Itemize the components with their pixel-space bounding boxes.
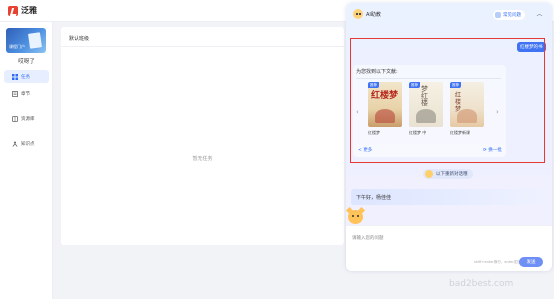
cover-figure [28, 32, 42, 49]
grid-icon [12, 73, 18, 80]
restart-chat-label: 以下重新对话哦 [436, 172, 468, 177]
sidebar-item-label: 资源库 [21, 116, 35, 122]
collapse-icon[interactable]: ︿ [536, 11, 543, 18]
restart-chat-chip[interactable]: 以下重新对话哦 [423, 169, 473, 179]
course-name: 哎呀了 [18, 59, 35, 65]
knowledge-icon [12, 141, 18, 147]
mascot-face-icon [425, 170, 433, 178]
logo-text: 泛雅 [21, 6, 37, 15]
course-cover-image[interactable]: 课程门户 [6, 28, 46, 53]
logo-icon [8, 5, 18, 16]
panel-title[interactable]: 默认班级 [69, 35, 89, 42]
divider [61, 46, 344, 47]
sidebar: 课程门户 哎呀了 任务 章节 资源库 知识点 [0, 22, 53, 299]
ai-avatar-icon [353, 9, 363, 19]
empty-state-text: 暂无任务 [192, 156, 213, 162]
chat-input-area: shift+enter换行，enter发送 发送 [346, 225, 552, 271]
greeting-card: 下午好，杨佳佳 [351, 189, 543, 205]
sidebar-item-label: 章节 [21, 91, 30, 97]
common-questions-button[interactable]: 常见问题 [493, 10, 525, 20]
sidebar-item-label: 知识点 [21, 141, 35, 147]
sidebar-item-tasks[interactable]: 任务 [4, 70, 49, 83]
ai-assistant-panel: AI助教 常见问题 ︿ 红楼梦的书 为您找到以下文献: ‹ › 红楼梦 推荐 红… [346, 3, 552, 271]
class-panel: 默认班级 暂无任务 [61, 27, 344, 245]
sidebar-item-knowledge[interactable]: 知识点 [4, 137, 49, 150]
library-icon [12, 115, 18, 122]
highlight-frame [350, 38, 545, 163]
course-cover-text: 课程门户 [9, 44, 25, 49]
common-questions-label: 常见问题 [503, 13, 521, 18]
input-hint: shift+enter换行，enter发送 [474, 260, 521, 264]
mascot-eye [352, 215, 354, 217]
app-logo[interactable]: 泛雅 [8, 5, 37, 16]
chat-input[interactable] [352, 232, 542, 244]
mascot-eye [357, 215, 359, 217]
sidebar-item-label: 任务 [21, 74, 30, 80]
chapter-icon [12, 90, 18, 97]
mascot-icon[interactable] [348, 210, 363, 224]
sidebar-item-chapters[interactable]: 章节 [4, 87, 49, 100]
question-icon [495, 12, 501, 18]
sidebar-item-library[interactable]: 资源库 [4, 112, 49, 125]
send-button[interactable]: 发送 [519, 257, 543, 267]
ai-panel-title: AI助教 [366, 12, 381, 18]
watermark-text: bad2best.com [449, 279, 514, 289]
